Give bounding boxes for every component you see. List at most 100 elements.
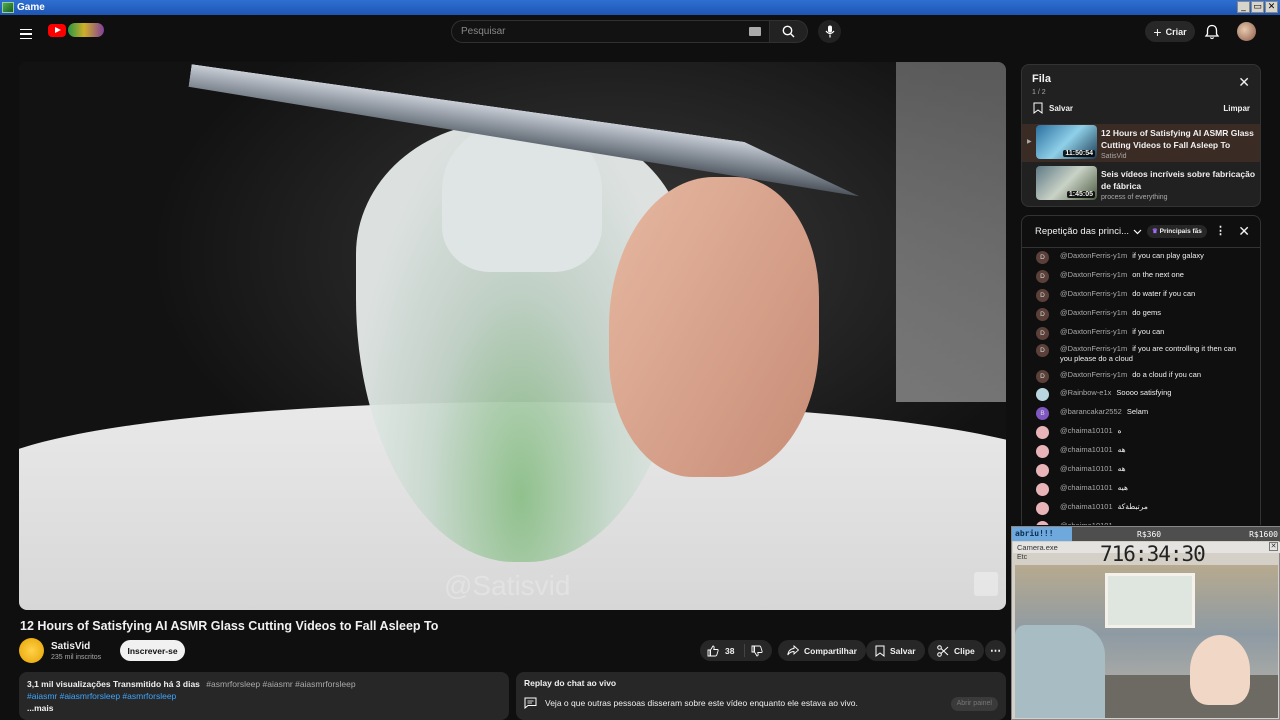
hand (609, 177, 819, 477)
camera-menu[interactable]: Etc (1017, 554, 1027, 561)
window-titlebar: Game _ ▭ ✕ (0, 0, 1280, 15)
like-dislike-group: 38 (700, 640, 772, 661)
chat-panel: Repetição das princi... ♛ Principais fãs… (1021, 215, 1261, 525)
chat-author-name[interactable]: @chaima10101 (1060, 464, 1113, 473)
camera-window-title: Camera.exe (1017, 543, 1058, 552)
subscribe-button[interactable]: Inscrever-se (120, 640, 185, 661)
chat-author-name[interactable]: @chaima10101 (1060, 483, 1113, 492)
chat-author-name[interactable]: @barancakar2552 (1060, 407, 1122, 416)
share-button[interactable]: Compartilhar (778, 640, 866, 661)
voice-search-button[interactable] (818, 20, 841, 43)
chat-header: Repetição das princi... ♛ Principais fãs… (1022, 216, 1260, 248)
chat-message-text: Soooo satisfying (1116, 388, 1172, 397)
dislike-button[interactable] (745, 645, 763, 657)
subscriber-count: 235 mil inscritos (51, 654, 102, 661)
save-button[interactable]: Salvar (866, 640, 925, 661)
overlay-top-bar: abriu!!! R$360 R$1600 (1012, 527, 1280, 541)
chat-author-avatar[interactable] (1036, 521, 1049, 525)
queue-thumbnail: 1:45:05 (1036, 166, 1097, 200)
chat-message: @chaima10101 مرتبطةكة (1036, 502, 1250, 515)
chat-author-avatar[interactable]: D (1036, 289, 1049, 302)
chat-author-avatar[interactable]: D (1036, 251, 1049, 264)
user-avatar[interactable] (1237, 22, 1256, 41)
chat-author-avatar[interactable] (1036, 388, 1049, 401)
chat-author-avatar[interactable] (1036, 464, 1049, 477)
search-button[interactable] (770, 20, 808, 43)
chat-close-icon[interactable]: ✕ (1238, 223, 1250, 240)
chat-author-avatar[interactable]: D (1036, 370, 1049, 383)
notifications-bell-icon[interactable] (1203, 23, 1221, 41)
create-label: Criar (1165, 26, 1187, 37)
chat-author-name[interactable]: @chaima10101 (1060, 521, 1113, 525)
channel-avatar[interactable] (19, 638, 44, 663)
close-window-button[interactable]: ✕ (1265, 1, 1278, 13)
clip-button[interactable]: Clipe (928, 640, 984, 661)
channel-name[interactable]: SatisVid (51, 641, 90, 652)
chat-more-options-icon[interactable]: ⋮ (1215, 224, 1226, 237)
queue-item[interactable]: 1:45:05 Seis vídeos incríveis sobre fabr… (1022, 165, 1260, 203)
chat-author-avatar[interactable]: D (1036, 344, 1049, 357)
like-button[interactable]: 38 (700, 644, 745, 657)
save-action: Salvar (866, 640, 925, 661)
queue-item[interactable]: ▶ 11:50:54 12 Hours of Satisfying AI ASM… (1022, 124, 1260, 162)
hashtags-line-2[interactable]: #aiasmr #aiasmrforsleep #asmrforsleep (27, 690, 501, 702)
search-input[interactable]: Pesquisar (451, 20, 770, 43)
show-more-link[interactable]: ...mais (27, 702, 501, 714)
queue-title: Fila (1032, 73, 1051, 85)
webcam-feed (1015, 565, 1278, 718)
chat-author-name[interactable]: @chaima10101 (1060, 502, 1113, 511)
queue-close-icon[interactable]: ✕ (1238, 75, 1250, 89)
chat-author-name[interactable]: @DaxtonFerris-y1m (1060, 308, 1127, 317)
chat-mode-dropdown[interactable]: Repetição das princi... (1035, 226, 1142, 237)
chat-author-name[interactable]: @DaxtonFerris-y1m (1060, 344, 1127, 353)
chat-author-name[interactable]: @DaxtonFerris-y1m (1060, 289, 1127, 298)
chat-author-name[interactable]: @DaxtonFerris-y1m (1060, 370, 1127, 379)
chat-author-name[interactable]: @DaxtonFerris-y1m (1060, 270, 1127, 279)
description-box[interactable]: 3,1 mil visualizações Transmitido há 3 d… (19, 672, 509, 720)
chevron-down-icon (1133, 229, 1142, 234)
chat-author-name[interactable]: @DaxtonFerris-y1m (1060, 251, 1127, 260)
video-title: 12 Hours of Satisfying AI ASMR Glass Cut… (20, 619, 439, 633)
chat-message-text: ه (1117, 426, 1122, 435)
channel-watermark-icon[interactable] (974, 572, 998, 596)
more-horizontal-icon: ⋯ (990, 645, 1001, 657)
chat-author-avatar[interactable]: D (1036, 327, 1049, 340)
maximize-button[interactable]: ▭ (1251, 1, 1264, 13)
top-fans-badge[interactable]: ♛ Principais fãs (1147, 225, 1207, 238)
more-actions-button[interactable]: ⋯ (985, 640, 1006, 661)
crown-icon: ♛ (1152, 228, 1158, 235)
chat-message: D @DaxtonFerris-y1m do gems (1036, 308, 1250, 321)
keyboard-icon[interactable] (749, 27, 761, 36)
menu-icon[interactable] (14, 22, 38, 46)
chat-message: @chaima10101 ه (1036, 426, 1250, 439)
chat-author-avatar[interactable] (1036, 445, 1049, 458)
chat-author-avatar[interactable] (1036, 426, 1049, 439)
chat-author-name[interactable]: @chaima10101 (1060, 445, 1113, 454)
hashtags-line-1[interactable]: #asmrforsleep #aiasmr #aiasmrforsleep (206, 679, 355, 689)
chat-author-avatar[interactable]: D (1036, 308, 1049, 321)
chat-author-name[interactable]: @chaima10101 (1060, 426, 1113, 435)
replay-text: Veja o que outras pessoas disseram sobre… (545, 698, 858, 708)
chat-message: @chaima10101 هيه (1036, 483, 1250, 496)
minimize-button[interactable]: _ (1237, 1, 1250, 13)
chat-author-avatar[interactable]: B (1036, 407, 1049, 420)
video-player[interactable]: @Satisvid (19, 62, 1006, 610)
chat-message-text: هه (1117, 445, 1126, 454)
overlay-right-text: R$1600 (1249, 529, 1278, 539)
queue-save-button[interactable]: Salvar (1033, 102, 1073, 114)
chat-author-avatar[interactable]: D (1036, 270, 1049, 283)
chat-author-name[interactable]: @DaxtonFerris-y1m (1060, 327, 1127, 336)
queue-save-label: Salvar (1049, 103, 1074, 113)
create-button[interactable]: + Criar (1145, 21, 1195, 42)
chat-author-avatar[interactable] (1036, 502, 1049, 515)
chat-author-avatar[interactable] (1036, 483, 1049, 496)
chat-message-text: if you can play galaxy (1132, 251, 1204, 260)
chat-message-text: مرتبطةكة (1117, 502, 1148, 511)
queue-thumbnail: 11:50:54 (1036, 125, 1097, 159)
open-panel-button[interactable]: Abrir painel (950, 697, 998, 711)
live-chat-replay-box: Replay do chat ao vivo Veja o que outras… (516, 672, 1006, 720)
youtube-logo[interactable] (48, 23, 104, 37)
queue-clear-button[interactable]: Limpar (1223, 104, 1250, 113)
camera-close-icon[interactable]: ✕ (1269, 542, 1278, 551)
chat-author-name[interactable]: @Rainbow-e1x (1060, 388, 1111, 397)
